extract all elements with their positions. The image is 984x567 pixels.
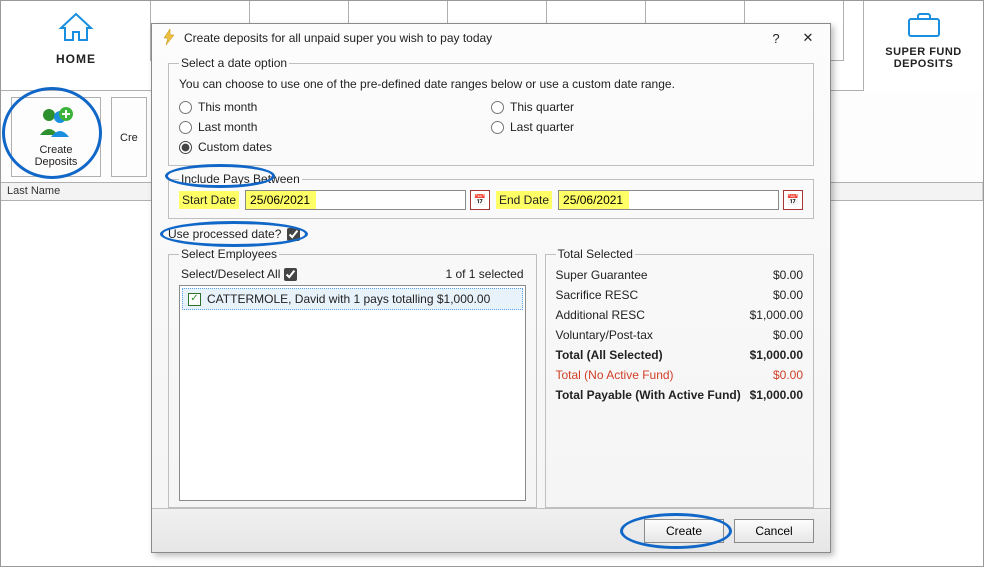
row-voluntary: Voluntary/Post-tax$0.00 [556, 325, 804, 345]
row-sacrifice-resc: Sacrifice RESC$0.00 [556, 285, 804, 305]
select-employees-legend: Select Employees [179, 247, 279, 261]
row-total-payable: Total Payable (With Active Fund)$1,000.0… [556, 385, 804, 405]
close-button[interactable]: ✕ [796, 28, 820, 48]
radio-last-quarter[interactable]: Last quarter [491, 117, 803, 137]
date-option-desc: You can choose to use one of the pre-def… [179, 77, 803, 91]
employee-row[interactable]: ✓ CATTERMOLE, David with 1 pays totallin… [182, 288, 523, 310]
total-selected-legend: Total Selected [556, 247, 635, 261]
check-icon[interactable]: ✓ [188, 293, 201, 306]
total-selected-group: Total Selected Super Guarantee$0.00 Sacr… [545, 247, 815, 508]
select-employees-group: Select Employees Select/Deselect All 1 o… [168, 247, 537, 508]
lightning-icon [162, 29, 176, 48]
toolbar-item-label: Cre [120, 132, 138, 144]
start-date-input[interactable] [245, 190, 466, 210]
use-processed-checkbox[interactable] [287, 228, 300, 241]
selection-count: 1 of 1 selected [445, 267, 523, 281]
dialog-titlebar: Create deposits for all unpaid super you… [152, 24, 830, 52]
date-option-group: Select a date option You can choose to u… [168, 56, 814, 166]
home-icon [1, 11, 151, 46]
create-button[interactable]: Create [644, 519, 724, 543]
tab-home[interactable]: HOME [1, 1, 151, 66]
dialog-title: Create deposits for all unpaid super you… [184, 31, 756, 45]
toolbar-item[interactable]: Cre [111, 97, 147, 177]
cancel-button[interactable]: Cancel [734, 519, 814, 543]
row-total-all: Total (All Selected)$1,000.00 [556, 345, 804, 365]
end-date-input[interactable] [558, 190, 779, 210]
radio-custom-dates[interactable]: Custom dates [179, 137, 803, 157]
employee-list[interactable]: ✓ CATTERMOLE, David with 1 pays totallin… [179, 285, 526, 501]
radio-last-month[interactable]: Last month [179, 117, 491, 137]
include-pays-group: Include Pays Between Start Date 📅 End Da… [168, 172, 814, 219]
row-super-guarantee: Super Guarantee$0.00 [556, 265, 804, 285]
calendar-icon[interactable]: 📅 [470, 190, 490, 210]
dialog-footer: Create Cancel [152, 508, 830, 552]
select-all-toggle[interactable]: Select/Deselect All [181, 267, 297, 281]
start-date-label: Start Date [179, 191, 239, 209]
tab-super-label: SUPER FUND DEPOSITS [868, 46, 979, 70]
people-plus-icon [36, 105, 76, 142]
radio-this-quarter[interactable]: This quarter [491, 97, 803, 117]
tab-super-fund-deposits[interactable]: SUPER FUND DEPOSITS [863, 1, 983, 91]
use-processed-label: Use processed date? [168, 227, 281, 241]
briefcase-icon [868, 11, 979, 42]
create-deposits-label: Create Deposits [35, 144, 78, 168]
date-option-legend: Select a date option [179, 56, 289, 70]
tab-home-label: HOME [1, 52, 151, 66]
row-additional-resc: Additional RESC$1,000.00 [556, 305, 804, 325]
help-button[interactable]: ? [764, 28, 788, 48]
create-deposits-dialog: Create deposits for all unpaid super you… [151, 23, 831, 553]
create-deposits-button[interactable]: Create Deposits [11, 97, 101, 177]
row-no-active-fund: Total (No Active Fund)$0.00 [556, 365, 804, 385]
end-date-label: End Date [496, 191, 552, 209]
radio-this-month[interactable]: This month [179, 97, 491, 117]
employee-row-text: CATTERMOLE, David with 1 pays totalling … [207, 292, 490, 306]
calendar-icon[interactable]: 📅 [783, 190, 803, 210]
include-pays-legend: Include Pays Between [179, 172, 302, 186]
